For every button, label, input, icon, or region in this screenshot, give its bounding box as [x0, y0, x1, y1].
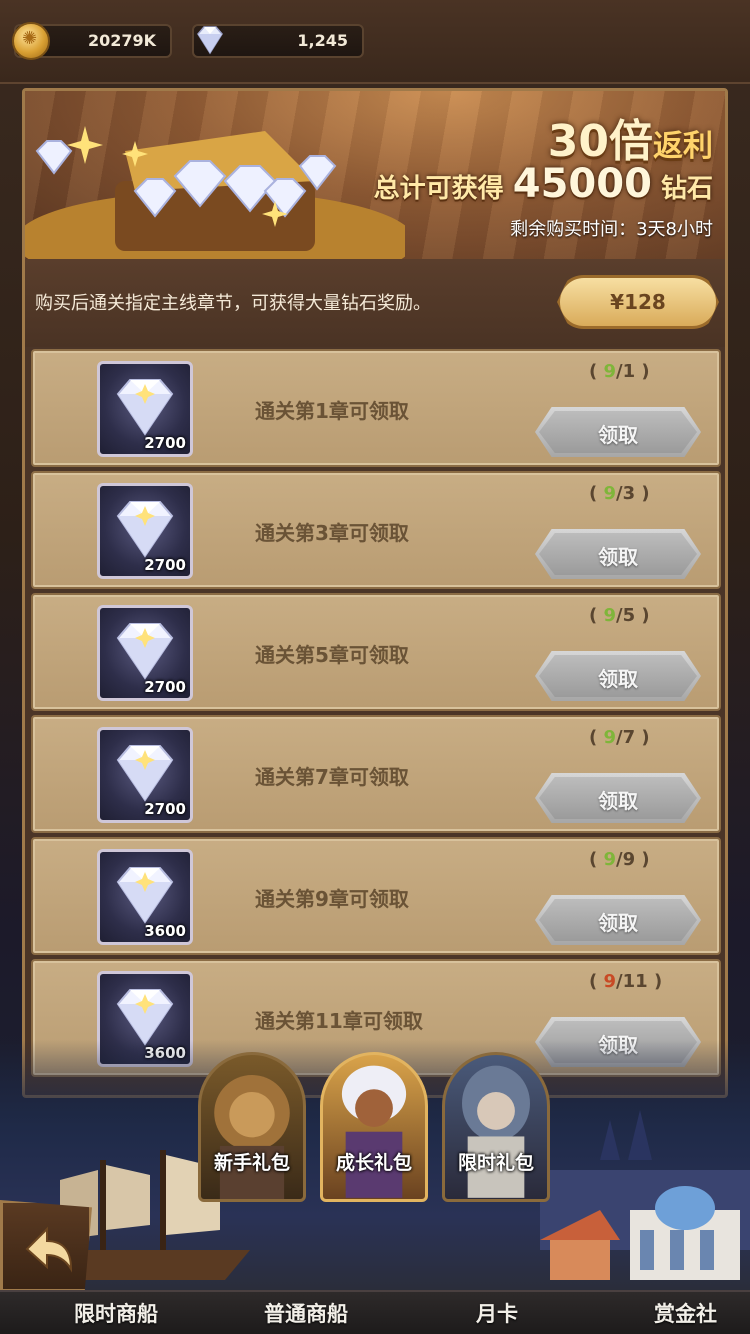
reward-condition: 通关第1章可领取: [255, 399, 409, 423]
reward-condition: 通关第5章可领取: [255, 643, 409, 667]
reward-condition: 通关第7章可领取: [255, 765, 409, 789]
back-button[interactable]: [0, 1200, 92, 1292]
purchase-row: 购买后通关指定主线章节，可获得大量钻石奖励。 ¥128: [25, 259, 725, 347]
reward-amount: 3600: [144, 922, 186, 940]
remaining-time: 剩余购买时间：3天8小时: [510, 219, 713, 240]
lion-hero-portrait: [214, 1075, 290, 1199]
gem-currency[interactable]: 1,245: [192, 24, 364, 58]
reward-amount: 2700: [144, 434, 186, 452]
reward-condition: 通关第3章可领取: [255, 521, 409, 545]
claim-button[interactable]: 领取: [535, 529, 701, 579]
gem-amount: 1,245: [297, 31, 348, 50]
diamond-icon: [116, 379, 174, 436]
back-arrow-icon: [25, 1226, 73, 1273]
claim-button[interactable]: 领取: [535, 895, 701, 945]
nav-bounty[interactable]: 赏金社: [654, 1298, 717, 1328]
diamond-icon: [116, 745, 174, 802]
nav-limited-ship[interactable]: 限时商船: [74, 1298, 158, 1328]
nav-monthly-card[interactable]: 月卡: [476, 1298, 518, 1328]
reward-row: 2700 通关第7章可领取 ( 9/7 ) 领取: [31, 715, 721, 833]
nav-normal-ship[interactable]: 普通商船: [264, 1298, 348, 1328]
chapter-progress: ( 9/11 ): [589, 971, 663, 992]
diamond-reward-icon: 2700: [97, 483, 193, 579]
gold-currency[interactable]: 20279K: [12, 22, 172, 60]
buy-price-button[interactable]: ¥128: [557, 275, 719, 329]
gold-coin-icon: [12, 22, 50, 60]
reward-condition: 通关第11章可领取: [255, 1009, 423, 1033]
gold-amount: 20279K: [87, 31, 156, 50]
chapter-progress: ( 9/5 ): [589, 605, 650, 626]
diamond-reward-icon: 3600: [97, 849, 193, 945]
tab-growth-pack[interactable]: 成长礼包: [320, 1052, 428, 1202]
bonus-multiplier: 30倍返利: [547, 116, 713, 167]
reward-row: 2700 通关第3章可领取 ( 9/3 ) 领取: [31, 471, 721, 589]
tab-newbie-pack[interactable]: 新手礼包: [198, 1052, 306, 1202]
reward-amount: 2700: [144, 556, 186, 574]
diamond-reward-icon: 2700: [97, 361, 193, 457]
diamond-icon: [116, 989, 174, 1046]
reward-row: 3600 通关第9章可领取 ( 9/9 ) 领取: [31, 837, 721, 955]
chapter-progress: ( 9/1 ): [589, 361, 650, 382]
diamond-icon: [116, 867, 174, 924]
purchase-description: 购买后通关指定主线章节，可获得大量钻石奖励。: [35, 293, 431, 314]
bottom-nav: 限时商船 普通商船 月卡 赏金社: [0, 1290, 750, 1334]
claim-button[interactable]: 领取: [535, 651, 701, 701]
treasure-chest-icon: [25, 126, 405, 259]
diamond-icon: [116, 501, 174, 558]
growth-pack-panel: 30倍返利 总计可获得 45000 钻石 剩余购买时间：3天8小时 购买后通关指…: [22, 88, 728, 1098]
reward-condition: 通关第9章可领取: [255, 887, 409, 911]
city-palace-icon: [540, 1110, 750, 1280]
diamond-icon: [116, 623, 174, 680]
diamond-reward-icon: 2700: [97, 727, 193, 823]
bonus-banner: 30倍返利 总计可获得 45000 钻石 剩余购买时间：3天8小时: [25, 91, 725, 259]
swordsman-hero-portrait: [462, 1065, 530, 1198]
reward-row: 2700 通关第1章可领取 ( 9/1 ) 领取: [31, 349, 721, 467]
sorceress-hero-portrait: [341, 1065, 407, 1198]
bonus-total: 总计可获得 45000 钻石: [373, 161, 713, 207]
chapter-progress: ( 9/3 ): [589, 483, 650, 504]
reward-amount: 2700: [144, 800, 186, 818]
reward-amount: 2700: [144, 678, 186, 696]
claim-button[interactable]: 领取: [535, 407, 701, 457]
tab-limited-pack[interactable]: 限时礼包: [442, 1052, 550, 1202]
diamond-reward-icon: 2700: [97, 605, 193, 701]
claim-button[interactable]: 领取: [535, 773, 701, 823]
chapter-progress: ( 9/9 ): [589, 849, 650, 870]
reward-row: 2700 通关第5章可领取 ( 9/5 ) 领取: [31, 593, 721, 711]
currency-bar: 20279K 1,245: [0, 0, 750, 84]
chapter-progress: ( 9/7 ): [589, 727, 650, 748]
diamond-icon: [197, 26, 223, 55]
